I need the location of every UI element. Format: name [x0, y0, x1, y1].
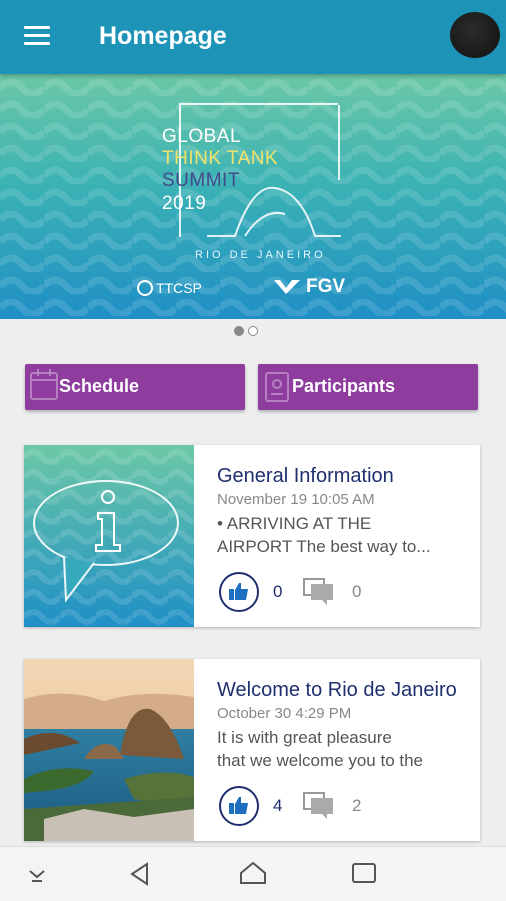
summit-banner[interactable]: GLOBAL THINK TANK SUMMIT 2019 RIO DE JAN… — [0, 74, 506, 319]
sugarloaf-outline-icon — [207, 186, 341, 237]
card-excerpt: • ARRIVING AT THE AIRPORT The best way t… — [217, 512, 462, 558]
ttcsp-label: TTCSP — [156, 280, 202, 296]
like-button[interactable] — [219, 786, 259, 826]
avatar[interactable] — [450, 12, 500, 58]
badge-icon — [265, 372, 289, 402]
comment-icon[interactable] — [303, 792, 335, 820]
card-date: October 30 4:29 PM — [217, 705, 352, 722]
carousel-indicator — [234, 326, 258, 336]
thumbs-up-icon — [229, 797, 248, 814]
collapse-icon[interactable] — [26, 867, 48, 883]
banner-think-tank: THINK TANK — [162, 148, 279, 169]
comment-count: 0 — [352, 582, 362, 601]
news-card-general-information[interactable]: General Information November 19 10:05 AM… — [24, 445, 480, 627]
like-count: 0 — [273, 582, 283, 601]
schedule-label: Schedule — [59, 376, 140, 396]
card-excerpt-line1: It is with great pleasure — [217, 728, 392, 747]
like-button[interactable] — [219, 572, 259, 612]
banner-year: 2019 — [162, 193, 207, 214]
calendar-icon — [30, 369, 58, 400]
rio-sugarloaf-photo — [24, 659, 194, 841]
thumbs-up-icon — [229, 583, 248, 600]
back-icon[interactable] — [127, 861, 153, 887]
card-excerpt: It is with great pleasure that we welcom… — [217, 726, 462, 772]
page-title: Homepage — [99, 22, 227, 50]
home-icon[interactable] — [238, 860, 268, 886]
system-nav-bar — [0, 846, 506, 901]
hamburger-menu-icon[interactable] — [24, 26, 50, 46]
fgv-mark-icon — [274, 280, 300, 294]
participants-label: Participants — [292, 376, 396, 396]
card-date: November 19 10:05 AM — [217, 491, 375, 508]
news-card-welcome-rio[interactable]: Welcome to Rio de Janeiro October 30 4:2… — [24, 659, 480, 841]
banner-city: RIO DE JANEIRO — [195, 249, 326, 261]
comment-count: 2 — [352, 796, 362, 815]
card-excerpt-line1: • ARRIVING AT THE — [217, 514, 372, 533]
fgv-logo: FGV — [272, 276, 345, 298]
comment-icon[interactable] — [303, 578, 335, 606]
card-excerpt-line2: AIRPORT The best way to... — [217, 537, 431, 556]
info-thumbnail — [24, 445, 194, 627]
app-bar: Homepage — [0, 0, 506, 74]
schedule-button[interactable]: Schedule — [25, 364, 245, 410]
card-excerpt-line2: that we welcome you to the — [217, 751, 424, 770]
recents-icon[interactable] — [350, 861, 378, 885]
ttcsp-logo: TTCSP — [137, 280, 202, 296]
card-title: Welcome to Rio de Janeiro — [217, 679, 457, 701]
card-title: General Information — [217, 465, 394, 487]
banner-global: GLOBAL — [162, 126, 242, 147]
participants-button[interactable]: Participants — [258, 364, 478, 410]
carousel-dot-2[interactable] — [248, 326, 258, 336]
carousel-dot-1[interactable] — [234, 326, 244, 336]
fgv-label: FGV — [306, 276, 346, 297]
like-count: 4 — [273, 796, 283, 815]
